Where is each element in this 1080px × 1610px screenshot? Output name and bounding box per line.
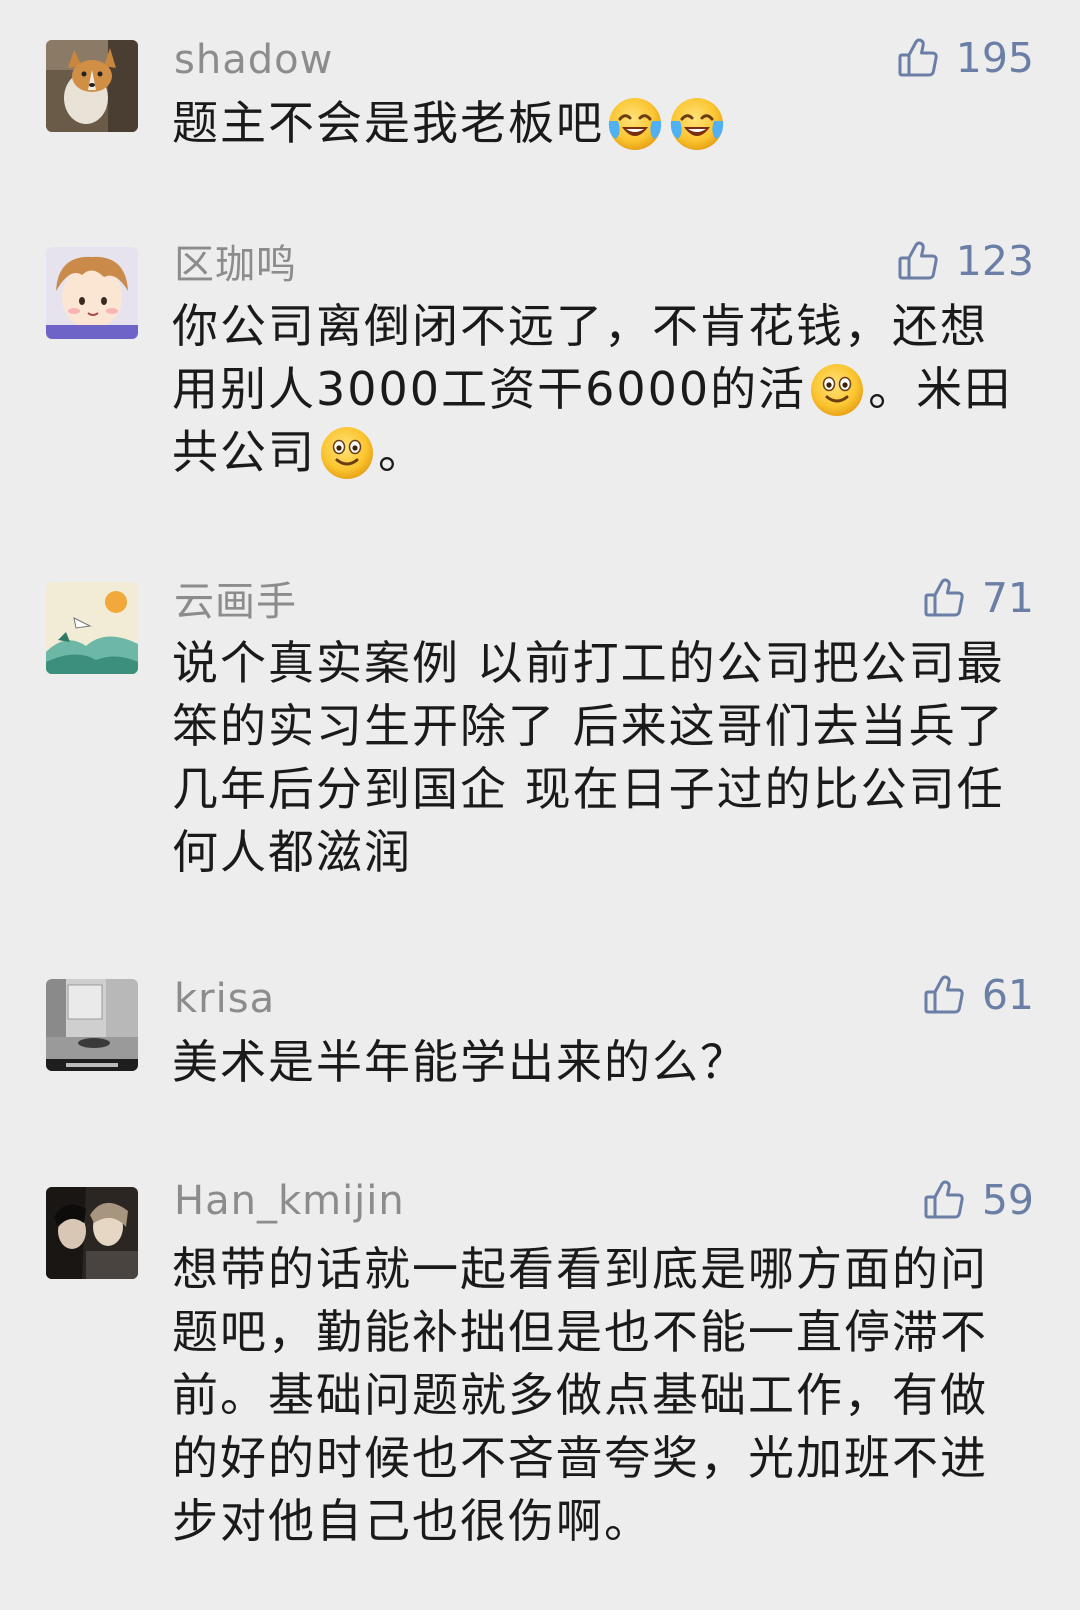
thumbs-up-icon [922,576,966,620]
comment-text-content: 。 [378,425,426,479]
crying-laughing-emoji [668,95,726,153]
username[interactable]: krisa [174,975,275,1023]
avatar-landscape-image [46,582,138,674]
avatar[interactable] [46,247,138,339]
username[interactable]: 区珈鸣 [174,241,297,289]
like-button[interactable]: 123 [896,237,1034,285]
comment-text: 你公司离倒闭不远了，不肯花钱，还想用别人3000工资干6000的活 。米田共公司。 [172,295,1022,484]
comment-item: shadow 195 题主不会是我老板吧 [0,0,1080,200]
username[interactable]: shadow [174,36,333,84]
smile-emoji [318,424,376,482]
comment-text: 想带的话就一起看看到底是哪方面的问题吧，勤能补拙但是也不能一直停滞不前。基础问题… [172,1242,988,1548]
thumbs-up-icon [922,1178,966,1222]
like-count: 123 [955,237,1034,285]
avatar[interactable] [46,40,138,132]
comment-item: Han_kmijin 59 想带的话就一起看看到底是哪方面的问题吧，勤能补拙但是… [0,1140,1080,1600]
avatar[interactable] [46,582,138,674]
comment-text: 说个真实案例 以前打工的公司把公司最笨的实习生开除了 后来这哥们去当兵了 几年后… [172,636,1005,879]
avatar-anime-image [46,1187,138,1279]
username[interactable]: 云画手 [174,578,297,626]
avatar[interactable] [46,1187,138,1279]
like-button[interactable]: 195 [896,34,1034,82]
like-button[interactable]: 61 [922,971,1034,1019]
avatar-corgi-image [46,40,138,132]
comment-text: 题主不会是我老板吧 [172,92,1022,155]
thumbs-up-icon [922,973,966,1017]
avatar-room-image [46,979,138,1071]
like-count: 61 [981,971,1034,1019]
like-count: 195 [955,34,1034,82]
avatar-cartoon-image [46,247,138,339]
thumbs-up-icon [896,239,940,283]
smile-emoji [808,361,866,419]
like-button[interactable]: 71 [922,574,1034,622]
comment-item: 云画手 71 说个真实案例 以前打工的公司把公司最笨的实习生开除了 后来这哥们去… [0,540,1080,920]
like-count: 59 [981,1176,1034,1224]
comment-item: krisa 61 美术是半年能学出来的么？ [0,935,1080,1135]
comment-item: 区珈鸣 123 你公司离倒闭不远了，不肯花钱，还想用别人3000工资干6000的… [0,205,1080,525]
username[interactable]: Han_kmijin [174,1177,405,1225]
comment-text: 美术是半年能学出来的么？ [172,1035,748,1089]
like-count: 71 [981,574,1034,622]
thumbs-up-icon [896,36,940,80]
crying-laughing-emoji [606,95,664,153]
avatar[interactable] [46,979,138,1071]
comment-text-content: 题主不会是我老板吧 [172,96,604,150]
like-button[interactable]: 59 [922,1176,1034,1224]
